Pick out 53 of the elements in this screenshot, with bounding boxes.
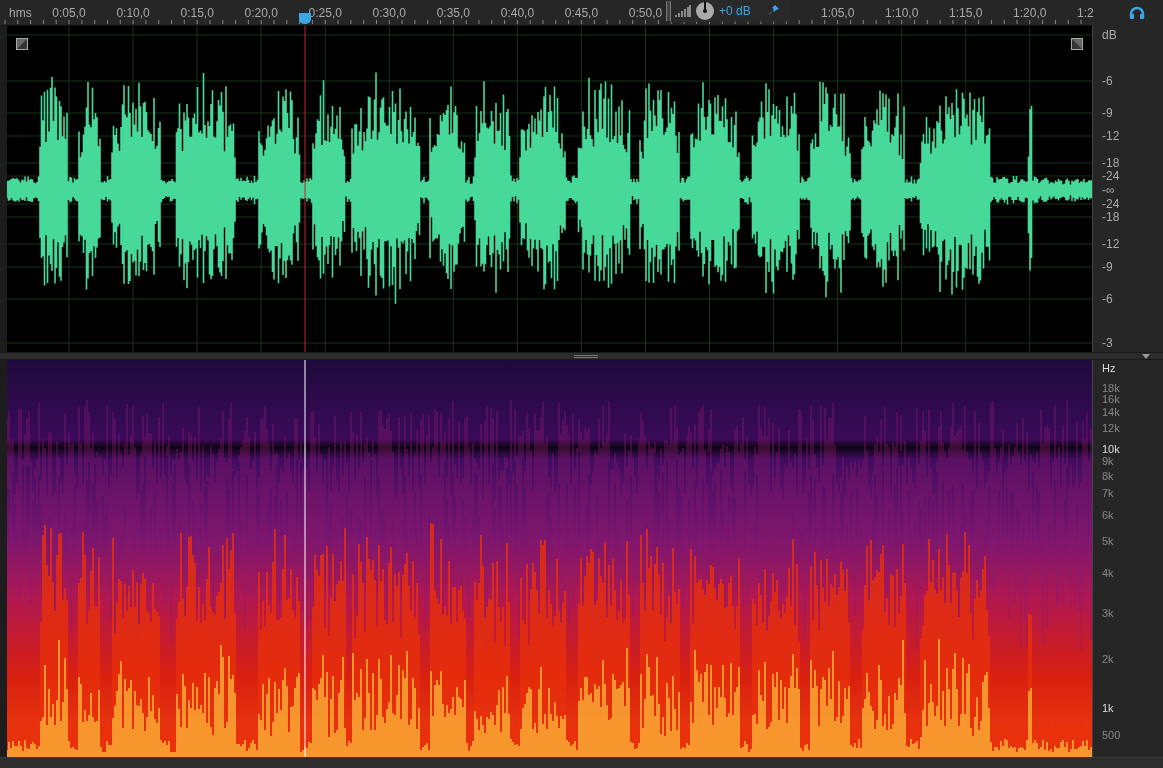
frequency-label: 5k bbox=[1102, 533, 1114, 549]
time-label: 1:2 bbox=[1077, 5, 1094, 22]
frequency-label: 16k bbox=[1102, 392, 1120, 407]
frequency-label: 1k bbox=[1102, 700, 1114, 716]
amplitude-label: dB bbox=[1102, 27, 1117, 44]
time-label: 0:10,0 bbox=[116, 5, 150, 22]
time-label: 1:20,0 bbox=[1013, 5, 1047, 22]
amplitude-label: -9 bbox=[1102, 259, 1113, 276]
amplitude-label: -6 bbox=[1102, 73, 1113, 90]
pin-icon[interactable] bbox=[768, 4, 780, 16]
time-label: 0:20,0 bbox=[244, 5, 278, 22]
amplitude-label: -9 bbox=[1102, 105, 1113, 122]
amplitude-label: -24 bbox=[1102, 196, 1120, 212]
time-label: 0:40,0 bbox=[500, 5, 535, 22]
amplitude-label: -24 bbox=[1102, 168, 1120, 185]
frequency-label: 2k bbox=[1102, 651, 1114, 667]
time-label: 1:10,0 bbox=[885, 5, 919, 22]
time-label: 1:15,0 bbox=[949, 5, 983, 22]
time-label: 0:35,0 bbox=[436, 5, 471, 22]
amplitude-label: -3 bbox=[1102, 335, 1113, 352]
gain-readout[interactable]: +0 dB bbox=[719, 2, 751, 20]
amplitude-label: -6 bbox=[1102, 291, 1113, 308]
frequency-label: 500 bbox=[1102, 727, 1121, 743]
time-label: 0:45,0 bbox=[564, 5, 599, 22]
frequency-label: 4k bbox=[1102, 565, 1114, 581]
time-label: 0:50,0 bbox=[628, 5, 663, 22]
frequency-label: 14k bbox=[1102, 404, 1120, 420]
frequency-label: 3k bbox=[1102, 605, 1114, 621]
amplitude-label: -∞ bbox=[1102, 182, 1115, 199]
zoom-toggle-icon[interactable] bbox=[16, 38, 28, 50]
volume-knob[interactable] bbox=[695, 1, 715, 21]
headphones-icon[interactable] bbox=[1129, 6, 1145, 20]
time-label: 1:05,0 bbox=[820, 5, 855, 22]
time-label: 0:15,0 bbox=[180, 5, 214, 22]
zoom-toggle-icon[interactable] bbox=[1071, 38, 1083, 50]
frequency-label: 12k bbox=[1102, 420, 1120, 436]
time-label: 0:05,0 bbox=[52, 5, 86, 22]
time-label: 0:30,0 bbox=[372, 5, 406, 22]
frequency-label: Hz bbox=[1102, 360, 1116, 376]
frequency-label: 8k bbox=[1102, 468, 1114, 484]
frequency-label: 7k bbox=[1102, 485, 1114, 501]
amplitude-label: -12 bbox=[1102, 128, 1120, 145]
frequency-label: 6k bbox=[1102, 507, 1114, 523]
frequency-label: 18k bbox=[1102, 380, 1120, 395]
amplitude-label: -18 bbox=[1102, 155, 1120, 171]
playhead-marker[interactable] bbox=[299, 13, 311, 24]
time-unit-label: hms bbox=[9, 5, 32, 22]
time-label: 0:25,0 bbox=[308, 5, 342, 22]
volume-bars-icon bbox=[675, 5, 691, 17]
drag-grip[interactable] bbox=[666, 1, 671, 21]
resize-handle[interactable] bbox=[574, 355, 598, 358]
amplitude-label: -12 bbox=[1102, 236, 1120, 253]
amplitude-label: -18 bbox=[1102, 209, 1120, 226]
